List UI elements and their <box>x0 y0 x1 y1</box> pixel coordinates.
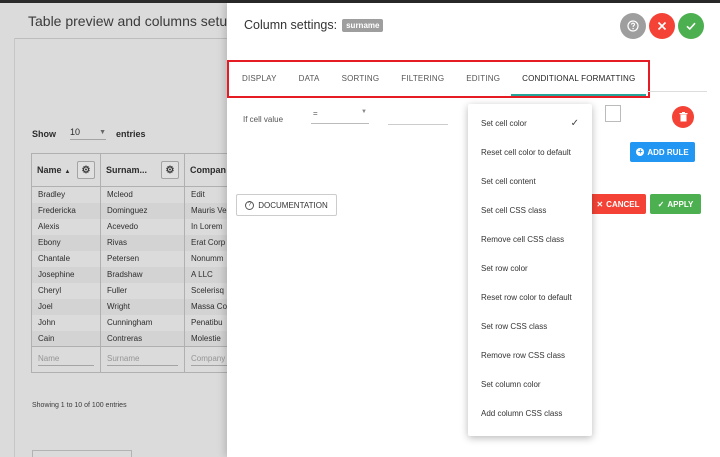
tabs-highlight-frame: DISPLAY DATA SORTING FILTERING EDITING C… <box>227 60 650 98</box>
dropdown-option-label: Set row color <box>481 264 528 273</box>
chevron-down-icon: ▼ <box>361 109 367 115</box>
plus-icon: + <box>636 147 645 156</box>
dropdown-option[interactable]: Remove cell CSS class <box>468 225 592 254</box>
dropdown-option[interactable]: Add column CSS class <box>468 399 592 428</box>
tab-conditional-formatting[interactable]: CONDITIONAL FORMATTING <box>511 62 647 96</box>
dropdown-option[interactable]: Set cell content <box>468 167 592 196</box>
dropdown-option-label: Set cell CSS class <box>481 206 547 215</box>
help-circle-icon: ? <box>245 200 255 210</box>
close-icon <box>657 21 667 31</box>
question-icon <box>627 20 639 32</box>
close-button[interactable] <box>649 13 675 39</box>
operator-value: = <box>313 109 318 118</box>
dropdown-option-label: Set cell content <box>481 177 536 186</box>
check-icon: ✓ <box>657 199 665 209</box>
tab-bar: DISPLAY DATA SORTING FILTERING EDITING C… <box>231 62 647 96</box>
rule-condition-label: If cell value <box>243 115 284 124</box>
action-dropdown-menu: Set cell color ✓ Reset cell color to defau… <box>468 104 592 436</box>
dropdown-option[interactable]: Reset row color to default <box>468 283 592 312</box>
dropdown-option-label: Remove cell CSS class <box>481 235 565 244</box>
dropdown-option-label: Set column color <box>481 380 541 389</box>
tabs-divider <box>647 91 707 92</box>
trash-icon <box>679 112 687 122</box>
dropdown-option-label: Add column CSS class <box>481 409 563 418</box>
dropdown-option-label: Reset row color to default <box>481 293 572 302</box>
cancel-button[interactable]: ✕ CANCEL <box>590 194 646 214</box>
dropdown-option[interactable]: Set row color <box>468 254 592 283</box>
dropdown-option[interactable]: Set column color <box>468 370 592 399</box>
dropdown-option-label: Remove row CSS class <box>481 351 566 360</box>
help-button[interactable] <box>620 13 646 39</box>
tab-data[interactable]: DATA <box>288 62 331 96</box>
dropdown-option[interactable]: Remove row CSS class <box>468 341 592 370</box>
dropdown-option-label: Set cell color <box>481 119 527 128</box>
dropdown-option-label: Reset cell color to default <box>481 148 571 157</box>
dropdown-option-label: Set row CSS class <box>481 322 548 331</box>
dropdown-option[interactable]: Reset cell color to default <box>468 138 592 167</box>
column-name-badge: surname <box>342 18 384 32</box>
tab-display[interactable]: DISPLAY <box>231 62 288 96</box>
delete-rule-button[interactable] <box>672 106 694 128</box>
dropdown-option[interactable]: Set cell CSS class <box>468 196 592 225</box>
documentation-button[interactable]: ? DOCUMENTATION <box>236 194 337 216</box>
tab-editing[interactable]: EDITING <box>455 62 511 96</box>
check-icon <box>686 22 696 31</box>
dropdown-option[interactable]: Set row CSS class <box>468 312 592 341</box>
add-rule-button[interactable]: + ADD RULE <box>630 142 695 162</box>
operator-select[interactable]: = ▼ <box>311 109 369 124</box>
dropdown-option[interactable]: Set cell color ✓ <box>468 109 592 138</box>
close-icon: ✕ <box>596 199 604 209</box>
rule-value-input[interactable] <box>388 124 448 125</box>
panel-title: Column settings: surname <box>244 18 384 32</box>
apply-button[interactable]: ✓ APPLY <box>650 194 701 214</box>
confirm-button[interactable] <box>678 13 704 39</box>
tab-filtering[interactable]: FILTERING <box>390 62 455 96</box>
check-icon: ✓ <box>570 118 579 129</box>
tab-sorting[interactable]: SORTING <box>331 62 391 96</box>
color-swatch[interactable] <box>605 105 621 122</box>
